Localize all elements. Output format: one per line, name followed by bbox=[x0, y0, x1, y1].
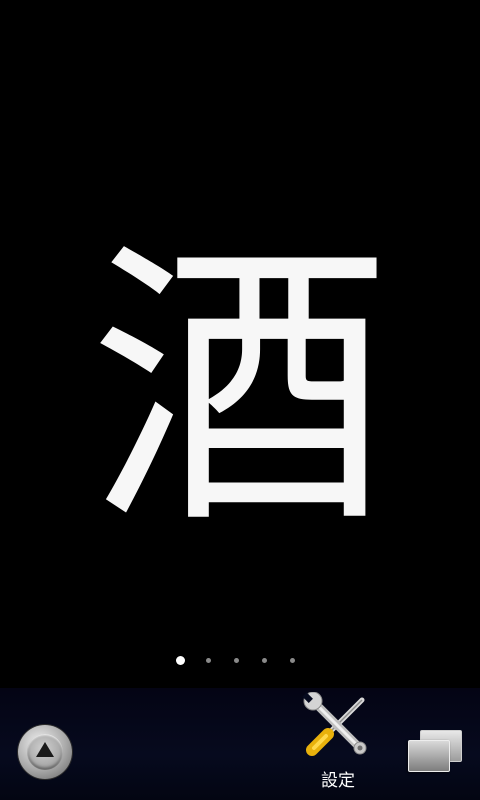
page-dot-4 bbox=[262, 657, 267, 663]
page-dot-5 bbox=[290, 657, 295, 663]
launcher-button-face bbox=[27, 734, 63, 770]
page-dot-1 bbox=[176, 655, 185, 665]
home-screen[interactable]: 酒 bbox=[0, 0, 480, 688]
dock-bar: 設定 bbox=[0, 688, 480, 800]
kanji-character: 酒 bbox=[90, 215, 390, 564]
page-dot-2 bbox=[206, 657, 211, 663]
wrench-screwdriver-icon bbox=[302, 692, 367, 756]
window-switcher-button[interactable] bbox=[406, 728, 464, 774]
page-indicator bbox=[176, 654, 295, 666]
stacked-windows-icon-front bbox=[408, 740, 450, 772]
settings-label: 設定 bbox=[321, 771, 355, 791]
launcher-button[interactable] bbox=[18, 725, 72, 779]
launcher-triangle-icon bbox=[36, 742, 54, 757]
settings-shortcut[interactable]: 設定 bbox=[300, 692, 376, 796]
page-dot-3 bbox=[234, 657, 239, 663]
